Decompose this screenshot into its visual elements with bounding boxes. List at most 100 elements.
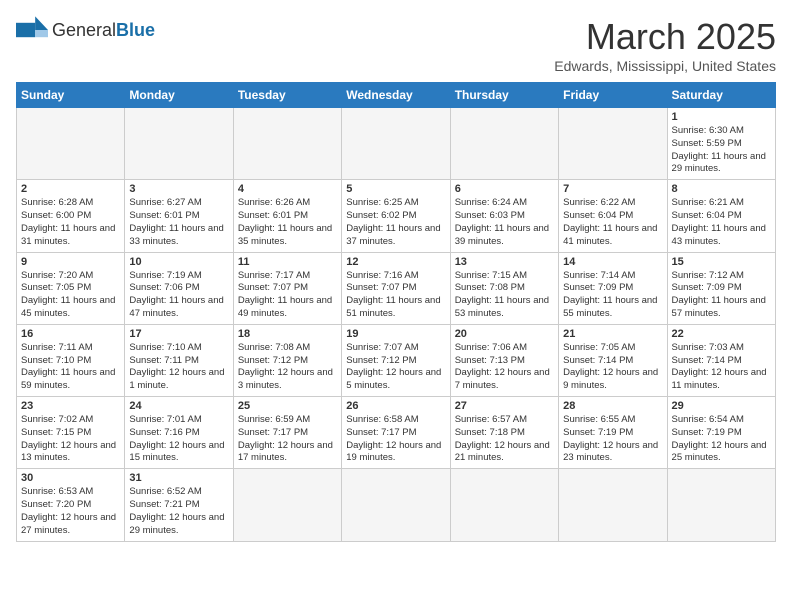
day-cell: 26 Sunrise: 6:58 AM Sunset: 7:17 PM Dayli…	[342, 397, 450, 469]
day-cell: 3 Sunrise: 6:27 AM Sunset: 6:01 PM Daylig…	[125, 180, 233, 252]
day-info: Sunrise: 7:06 AM Sunset: 7:13 PM Dayligh…	[455, 342, 554, 393]
day-number: 19	[346, 328, 445, 340]
day-cell: 27 Sunrise: 6:57 AM Sunset: 7:18 PM Dayli…	[450, 397, 558, 469]
day-info: Sunrise: 7:11 AM Sunset: 7:10 PM Dayligh…	[21, 342, 120, 393]
day-cell: 25 Sunrise: 6:59 AM Sunset: 7:17 PM Dayli…	[233, 397, 341, 469]
day-info: Sunrise: 7:08 AM Sunset: 7:12 PM Dayligh…	[238, 342, 337, 393]
day-cell: 14 Sunrise: 7:14 AM Sunset: 7:09 PM Dayli…	[559, 252, 667, 324]
day-cell: 19 Sunrise: 7:07 AM Sunset: 7:12 PM Dayli…	[342, 324, 450, 396]
day-cell: 29 Sunrise: 6:54 AM Sunset: 7:19 PM Dayli…	[667, 397, 775, 469]
day-number: 12	[346, 256, 445, 268]
logo-text: GeneralBlue	[52, 20, 155, 41]
day-cell: 1Sunrise: 6:30 AM Sunset: 5:59 PM Daylig…	[667, 108, 775, 180]
day-info: Sunrise: 7:07 AM Sunset: 7:12 PM Dayligh…	[346, 342, 445, 393]
day-info: Sunrise: 6:54 AM Sunset: 7:19 PM Dayligh…	[672, 414, 771, 465]
day-cell: 23Sunrise: 7:02 AM Sunset: 7:15 PM Dayli…	[17, 397, 125, 469]
day-cell: 28 Sunrise: 6:55 AM Sunset: 7:19 PM Dayli…	[559, 397, 667, 469]
day-cell	[233, 469, 341, 541]
day-info: Sunrise: 6:21 AM Sunset: 6:04 PM Dayligh…	[672, 197, 771, 248]
day-number: 9	[21, 256, 120, 268]
day-cell: 24Sunrise: 7:01 AM Sunset: 7:16 PM Dayli…	[125, 397, 233, 469]
day-cell: 17 Sunrise: 7:10 AM Sunset: 7:11 PM Dayli…	[125, 324, 233, 396]
logo: GeneralBlue	[16, 16, 155, 44]
day-number: 27	[455, 400, 554, 412]
header-saturday: Saturday	[667, 83, 775, 108]
day-info: Sunrise: 6:57 AM Sunset: 7:18 PM Dayligh…	[455, 414, 554, 465]
day-cell: 4Sunrise: 6:26 AM Sunset: 6:01 PM Daylig…	[233, 180, 341, 252]
day-info: Sunrise: 7:20 AM Sunset: 7:05 PM Dayligh…	[21, 270, 120, 321]
page-header: GeneralBlue March 2025 Edwards, Mississi…	[16, 16, 776, 74]
day-number: 11	[238, 256, 337, 268]
day-cell	[125, 108, 233, 180]
day-info: Sunrise: 6:58 AM Sunset: 7:17 PM Dayligh…	[346, 414, 445, 465]
week-row-2: 9 Sunrise: 7:20 AM Sunset: 7:05 PM Daylig…	[17, 252, 776, 324]
day-info: Sunrise: 7:19 AM Sunset: 7:06 PM Dayligh…	[129, 270, 228, 321]
day-cell	[450, 469, 558, 541]
day-info: Sunrise: 6:59 AM Sunset: 7:17 PM Dayligh…	[238, 414, 337, 465]
day-info: Sunrise: 7:10 AM Sunset: 7:11 PM Dayligh…	[129, 342, 228, 393]
day-cell: 10 Sunrise: 7:19 AM Sunset: 7:06 PM Dayli…	[125, 252, 233, 324]
day-info: Sunrise: 6:27 AM Sunset: 6:01 PM Dayligh…	[129, 197, 228, 248]
day-number: 7	[563, 183, 662, 195]
header-sunday: Sunday	[17, 83, 125, 108]
day-number: 10	[129, 256, 228, 268]
day-cell: 13Sunrise: 7:15 AM Sunset: 7:08 PM Dayli…	[450, 252, 558, 324]
day-cell	[450, 108, 558, 180]
day-cell	[342, 469, 450, 541]
day-info: Sunrise: 7:03 AM Sunset: 7:14 PM Dayligh…	[672, 342, 771, 393]
day-number: 17	[129, 328, 228, 340]
week-row-5: 30 Sunrise: 6:53 AM Sunset: 7:20 PM Dayli…	[17, 469, 776, 541]
day-info: Sunrise: 7:02 AM Sunset: 7:15 PM Dayligh…	[21, 414, 120, 465]
day-cell	[17, 108, 125, 180]
day-cell: 5 Sunrise: 6:25 AM Sunset: 6:02 PM Daylig…	[342, 180, 450, 252]
day-info: Sunrise: 6:53 AM Sunset: 7:20 PM Dayligh…	[21, 486, 120, 537]
day-number: 25	[238, 400, 337, 412]
calendar-header-row: SundayMondayTuesdayWednesdayThursdayFrid…	[17, 83, 776, 108]
day-number: 14	[563, 256, 662, 268]
day-number: 5	[346, 183, 445, 195]
day-cell: 21 Sunrise: 7:05 AM Sunset: 7:14 PM Dayli…	[559, 324, 667, 396]
week-row-0: 1Sunrise: 6:30 AM Sunset: 5:59 PM Daylig…	[17, 108, 776, 180]
day-info: Sunrise: 7:12 AM Sunset: 7:09 PM Dayligh…	[672, 270, 771, 321]
month-title: March 2025	[554, 16, 776, 58]
day-cell: 9 Sunrise: 7:20 AM Sunset: 7:05 PM Daylig…	[17, 252, 125, 324]
header-friday: Friday	[559, 83, 667, 108]
day-info: Sunrise: 7:15 AM Sunset: 7:08 PM Dayligh…	[455, 270, 554, 321]
day-number: 3	[129, 183, 228, 195]
day-number: 8	[672, 183, 771, 195]
week-row-3: 16Sunrise: 7:11 AM Sunset: 7:10 PM Dayli…	[17, 324, 776, 396]
day-info: Sunrise: 6:22 AM Sunset: 6:04 PM Dayligh…	[563, 197, 662, 248]
day-number: 26	[346, 400, 445, 412]
day-cell: 7 Sunrise: 6:22 AM Sunset: 6:04 PM Daylig…	[559, 180, 667, 252]
calendar-table: SundayMondayTuesdayWednesdayThursdayFrid…	[16, 82, 776, 542]
day-number: 28	[563, 400, 662, 412]
header-wednesday: Wednesday	[342, 83, 450, 108]
day-info: Sunrise: 7:17 AM Sunset: 7:07 PM Dayligh…	[238, 270, 337, 321]
day-cell: 18 Sunrise: 7:08 AM Sunset: 7:12 PM Dayli…	[233, 324, 341, 396]
day-info: Sunrise: 6:26 AM Sunset: 6:01 PM Dayligh…	[238, 197, 337, 248]
day-number: 29	[672, 400, 771, 412]
day-cell: 6Sunrise: 6:24 AM Sunset: 6:03 PM Daylig…	[450, 180, 558, 252]
day-info: Sunrise: 7:05 AM Sunset: 7:14 PM Dayligh…	[563, 342, 662, 393]
day-number: 31	[129, 472, 228, 484]
day-info: Sunrise: 6:52 AM Sunset: 7:21 PM Dayligh…	[129, 486, 228, 537]
day-info: Sunrise: 6:25 AM Sunset: 6:02 PM Dayligh…	[346, 197, 445, 248]
title-section: March 2025 Edwards, Mississippi, United …	[554, 16, 776, 74]
day-info: Sunrise: 6:30 AM Sunset: 5:59 PM Dayligh…	[672, 125, 771, 176]
day-info: Sunrise: 6:28 AM Sunset: 6:00 PM Dayligh…	[21, 197, 120, 248]
day-info: Sunrise: 7:14 AM Sunset: 7:09 PM Dayligh…	[563, 270, 662, 321]
day-cell: 11 Sunrise: 7:17 AM Sunset: 7:07 PM Dayli…	[233, 252, 341, 324]
day-number: 21	[563, 328, 662, 340]
day-number: 18	[238, 328, 337, 340]
day-info: Sunrise: 7:01 AM Sunset: 7:16 PM Dayligh…	[129, 414, 228, 465]
day-number: 30	[21, 472, 120, 484]
day-info: Sunrise: 6:24 AM Sunset: 6:03 PM Dayligh…	[455, 197, 554, 248]
location-title: Edwards, Mississippi, United States	[554, 58, 776, 74]
day-cell: 31 Sunrise: 6:52 AM Sunset: 7:21 PM Dayli…	[125, 469, 233, 541]
day-number: 22	[672, 328, 771, 340]
day-cell	[667, 469, 775, 541]
header-thursday: Thursday	[450, 83, 558, 108]
day-number: 15	[672, 256, 771, 268]
day-cell	[342, 108, 450, 180]
day-info: Sunrise: 6:55 AM Sunset: 7:19 PM Dayligh…	[563, 414, 662, 465]
